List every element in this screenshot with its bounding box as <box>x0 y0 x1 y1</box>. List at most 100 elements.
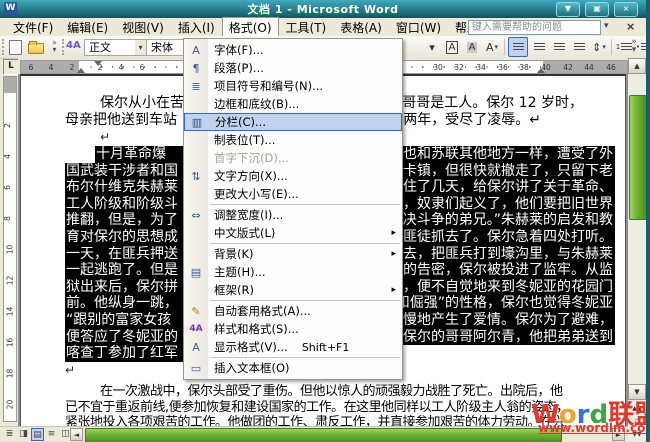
format-menu-item-label: 文字方向(X)... <box>214 168 288 184</box>
format-menu-item[interactable]: A显示格式(V)...Shift+F1 <box>184 338 402 356</box>
scroll-up-button[interactable]: ▲ <box>628 58 646 74</box>
menubar-close-icon[interactable]: × <box>626 20 635 33</box>
format-menu-item-label: 中文版式(L) <box>214 225 275 241</box>
document-text-line: 母亲把他送到车站 <box>65 112 177 129</box>
scroll-left-button[interactable]: ◄ <box>70 428 83 441</box>
distribute-button[interactable] <box>570 38 588 56</box>
toolbar-grip[interactable] <box>2 39 7 55</box>
ruler-number: 6 <box>140 63 145 72</box>
character-border-button-icon: A <box>446 41 459 54</box>
paragraph-icon: ¶ <box>184 62 208 75</box>
vertical-scroll-thumb[interactable] <box>629 95 647 220</box>
help-dropdown-icon[interactable]: ▾ <box>604 21 609 31</box>
selected-text-left: 便答应了冬妮亚的 <box>66 329 178 346</box>
ruler-number: 6 <box>29 63 34 72</box>
selected-text-left: “跟别的富家女孩 <box>66 312 171 329</box>
submenu-arrow-icon: ▸ <box>391 228 396 238</box>
line-spacing-button[interactable]: ⇕▾ <box>590 38 608 56</box>
format-menu-item-label: 调整宽度(I)... <box>214 207 283 223</box>
format-menu-item-label: 项目符号和编号(N)... <box>214 78 323 94</box>
menubar-item[interactable]: 编辑(E) <box>60 18 115 37</box>
align-right-button[interactable] <box>550 38 568 56</box>
format-menu-item-label: 更改大小写(E)... <box>214 186 299 202</box>
format-menu-item[interactable]: 更改大小写(E)... <box>184 185 402 203</box>
dropdown-arrow-icon[interactable]: ▾ <box>602 43 606 51</box>
horizontal-scroll-thumb[interactable] <box>85 428 562 442</box>
combo-arrow-icon[interactable]: ▾ <box>135 40 146 55</box>
format-menu-item[interactable]: ▥ 分栏(C)... <box>184 113 402 131</box>
vertical-scrollbar[interactable]: ▲ ▼ ▲▲ ○ ▼▼ <box>628 58 646 442</box>
formatting-buttons: ▾AAA▾⇕▾1•⇐⇒▾ <box>422 38 650 56</box>
styles-pane-button[interactable]: 4A <box>66 40 81 51</box>
print-layout-view-button[interactable]: ▤ <box>31 428 44 441</box>
tab-stop-selector[interactable]: L <box>3 59 19 75</box>
format-menu-item-label: 分栏(C)... <box>215 114 266 130</box>
close-button[interactable]: × <box>614 2 638 17</box>
alignment-bars-icon <box>574 43 585 52</box>
format-menu-item[interactable]: ⇔调整宽度(I)... <box>184 206 402 224</box>
font-size-arrow[interactable]: ▾ <box>423 38 441 56</box>
ruler-number: 8 <box>3 216 12 221</box>
align-center-button[interactable] <box>530 38 548 56</box>
ruler-number: 36 <box>498 63 508 72</box>
menu-separator <box>210 243 400 244</box>
menu-separator <box>210 357 400 358</box>
format-menu-item[interactable]: ¶段落(P)... <box>184 59 402 77</box>
format-menu-item[interactable]: 首字下沉(D)... <box>184 149 402 167</box>
web-layout-view-button[interactable]: ◨ <box>17 428 30 441</box>
menubar-item[interactable]: 工具(T) <box>279 18 334 37</box>
ruler-number: 14 <box>5 307 14 317</box>
align-left-button[interactable] <box>508 37 528 57</box>
format-menu-item[interactable]: 4A样式和格式(S)... <box>184 320 402 338</box>
format-menu-item[interactable]: 边框和底纹(B)... <box>184 95 402 113</box>
format-menu-item[interactable]: 框架(R)▸ <box>184 281 402 299</box>
character-shading-button[interactable]: A <box>463 38 481 56</box>
columns-icon: ▥ <box>185 116 209 129</box>
menubar-item[interactable]: 格式(O) <box>222 17 279 38</box>
title-bar[interactable]: W 文档 1 - Microsoft Word ▼▣× <box>0 0 646 18</box>
normal-view-button[interactable]: ≣ <box>3 428 16 441</box>
format-menu-item[interactable]: ≣项目符号和编号(N)... <box>184 77 402 95</box>
character-border-button[interactable]: A <box>443 38 461 56</box>
character-scale-button[interactable]: A▾ <box>483 38 501 56</box>
character-scale-button-icon: A <box>486 41 494 54</box>
open-button[interactable] <box>28 43 44 54</box>
format-menu-item[interactable]: ✎自动套用格式(A)... <box>184 302 402 320</box>
restore-button[interactable]: ▣ <box>585 2 609 17</box>
menubar-item[interactable]: 插入(I) <box>171 18 222 37</box>
minimize-button[interactable]: ▼ <box>556 2 580 17</box>
format-menu-item[interactable]: ▭插入文本框(O) <box>184 359 402 377</box>
first-line-indent-marker[interactable] <box>94 61 102 66</box>
ruler-number: 10 <box>5 245 14 255</box>
toolbar-overflow-button[interactable]: »▾ <box>49 39 60 53</box>
menubar-item[interactable]: 视图(V) <box>115 18 171 37</box>
format-menu-item[interactable]: A字体(F)... <box>184 41 402 59</box>
dropdown-arrow-icon[interactable]: ▾ <box>495 43 499 51</box>
alignment-bars-icon <box>513 43 524 52</box>
help-question-input[interactable]: 键入需要帮助的问题 <box>468 20 601 35</box>
format-menu-item[interactable]: ▤主题(H)... <box>184 263 402 281</box>
ruler-number: 46 <box>606 63 616 72</box>
ruler-number: 16 <box>5 338 14 348</box>
window-controls: ▼ ▣ × <box>556 2 638 17</box>
new-document-button[interactable] <box>9 40 22 55</box>
hanging-indent-marker[interactable] <box>77 68 85 73</box>
ruler-number: 44 <box>584 63 594 72</box>
word-window: W 文档 1 - Microsoft Word ▼▣× 文件(F)编辑(E)视图… <box>0 0 650 442</box>
format-menu-item[interactable]: 中文版式(L) ▸ <box>184 224 402 242</box>
style-combobox[interactable]: 正文 ▾ <box>84 39 148 56</box>
format-menu-item[interactable]: 制表位(T)... <box>184 131 402 149</box>
outline-view-button[interactable]: ≡ <box>45 428 58 441</box>
shortcut-label: Shift+F1 <box>302 341 350 354</box>
menubar-item[interactable]: 文件(F) <box>6 18 60 37</box>
ruler-number: 12 <box>5 276 14 286</box>
right-indent-marker[interactable] <box>537 68 545 73</box>
menubar-item[interactable]: 表格(A) <box>333 18 389 37</box>
vertical-ruler[interactable]: 2468101214161820 <box>3 76 17 422</box>
menubar-item[interactable]: 窗口(W) <box>389 18 448 37</box>
format-menu-item[interactable]: 背景(K)▸ <box>184 245 402 263</box>
format-menu-item[interactable]: ⇅文字方向(X)... <box>184 167 402 185</box>
format-menu-item-label: 自动套用格式(A)... <box>214 303 311 319</box>
toolbar-overflow-button[interactable]: »▾ <box>628 38 640 54</box>
selected-text-left: 前。他纵身一跳， <box>66 295 178 312</box>
